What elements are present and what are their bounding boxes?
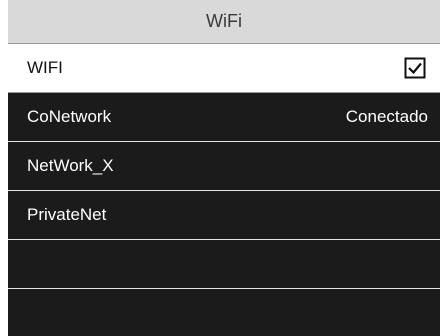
empty-list-row xyxy=(8,289,440,336)
network-status: Conectado xyxy=(345,107,428,126)
page-title: WiFi xyxy=(206,11,242,31)
network-name: CoNetwork xyxy=(27,107,112,126)
network-name: NetWork_X xyxy=(27,156,114,175)
title-bar: WiFi xyxy=(8,0,440,44)
checked-checkbox-icon[interactable] xyxy=(404,57,426,79)
network-name: PrivateNet xyxy=(27,205,107,224)
empty-list-row xyxy=(8,240,440,289)
network-item-network-x[interactable]: NetWork_X xyxy=(8,142,440,191)
network-item-privatenet[interactable]: PrivateNet xyxy=(8,191,440,240)
network-item-conetwork[interactable]: CoNetwork Conectado xyxy=(8,93,440,142)
wifi-screen: WiFi WIFI CoNetwork Conectado NetWork_X … xyxy=(8,0,440,336)
wifi-toggle-label: WIFI xyxy=(27,58,63,77)
wifi-toggle-row[interactable]: WIFI xyxy=(8,44,440,93)
